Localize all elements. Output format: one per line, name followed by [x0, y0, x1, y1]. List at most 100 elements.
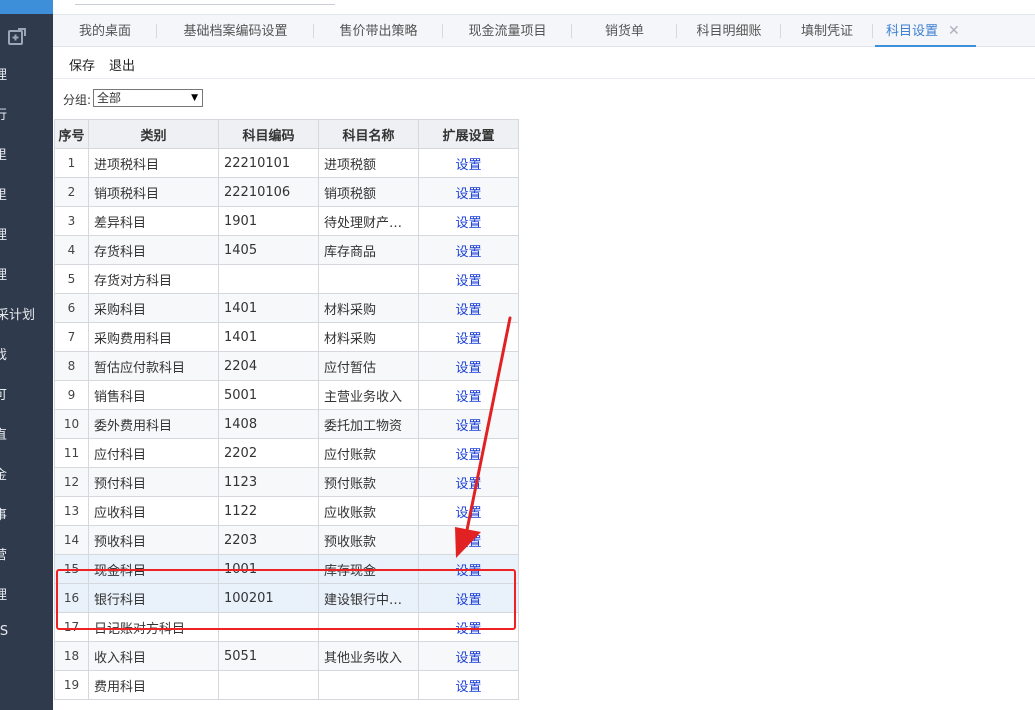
- save-button[interactable]: 保存: [69, 55, 95, 74]
- subject-settings-table: 序号 类别 科目编码 科目名称 扩展设置 1 进项税科目 22210101 进项税额设…: [54, 119, 519, 700]
- row-settings-link[interactable]: 设置: [418, 496, 519, 526]
- row-settings-link[interactable]: 设置: [418, 670, 519, 700]
- row-settings-link[interactable]: 设置: [418, 641, 519, 671]
- row-subject-code: 1122: [218, 496, 319, 526]
- table-row[interactable]: 6 采购科目 1401 材料采购 设置: [54, 293, 519, 323]
- row-category: 日记账对方科目: [88, 612, 219, 642]
- row-index: 5: [54, 264, 89, 294]
- row-settings-link[interactable]: 设置: [418, 264, 519, 294]
- row-settings-link[interactable]: 设置: [418, 206, 519, 236]
- sidebar-item[interactable]: 理: [0, 264, 47, 283]
- table-row[interactable]: 17 日记账对方科目 设置: [54, 612, 519, 642]
- row-subject-name: 应收账款: [318, 496, 419, 526]
- row-subject-name: 其他业务收入: [318, 641, 419, 671]
- row-subject-code: 1401: [218, 322, 319, 352]
- sidebar-item[interactable]: 直: [0, 424, 47, 443]
- table-row[interactable]: 2 销项税科目 22210106 销项税额 设置: [54, 177, 519, 207]
- table-row[interactable]: 14 预收科目 2203 预收账款 设置: [54, 525, 519, 555]
- table-row[interactable]: 9 销售科目 5001 主营业务收入 设置: [54, 380, 519, 410]
- row-subject-name: 应付账款: [318, 438, 419, 468]
- tab-basic-archive-code[interactable]: 基础档案编码设置: [157, 15, 314, 46]
- row-category: 存货科目: [88, 235, 219, 265]
- table-row[interactable]: 5 存货对方科目 设置: [54, 264, 519, 294]
- row-settings-link[interactable]: 设置: [418, 583, 519, 613]
- sidebar-item[interactable]: 事: [0, 504, 47, 523]
- tab-subject-settings[interactable]: 科目设置 ✕: [875, 15, 976, 47]
- row-category: 收入科目: [88, 641, 219, 671]
- table-row[interactable]: 3 差异科目 1901 待处理财产… 设置: [54, 206, 519, 236]
- add-window-icon[interactable]: [8, 28, 26, 46]
- row-index: 4: [54, 235, 89, 265]
- row-settings-link[interactable]: 设置: [418, 177, 519, 207]
- tab-subject-ledger[interactable]: 科目明细账: [677, 15, 781, 46]
- table-row[interactable]: 8 暂估应付款科目 2204 应付暂估 设置: [54, 351, 519, 381]
- row-category: 委外费用科目: [88, 409, 219, 439]
- row-settings-link[interactable]: 设置: [418, 322, 519, 352]
- row-index: 14: [54, 525, 89, 555]
- row-index: 16: [54, 583, 89, 613]
- row-subject-code: 1123: [218, 467, 319, 497]
- table-row[interactable]: 19 费用科目 设置: [54, 670, 519, 700]
- row-settings-link[interactable]: 设置: [418, 409, 519, 439]
- sidebar-item[interactable]: 采计划: [0, 304, 49, 323]
- row-settings-link[interactable]: 设置: [418, 351, 519, 381]
- table-row[interactable]: 13 应收科目 1122 应收账款 设置: [54, 496, 519, 526]
- row-settings-link[interactable]: 设置: [418, 554, 519, 584]
- table-row[interactable]: 12 预付科目 1123 预付账款 设置: [54, 467, 519, 497]
- sidebar-item[interactable]: 理: [0, 64, 47, 83]
- row-subject-name: 预收账款: [318, 525, 419, 555]
- sidebar-item[interactable]: 营: [0, 544, 47, 563]
- tab-bar: 我的桌面 基础档案编码设置 售价带出策略 现金流量项目 销货单 科目明细账 填制…: [53, 15, 1035, 47]
- tab-price-strategy[interactable]: 售价带出策略: [314, 15, 443, 46]
- col-header-category: 类别: [88, 119, 219, 149]
- sidebar-item[interactable]: 行: [0, 104, 47, 123]
- row-settings-link[interactable]: 设置: [418, 438, 519, 468]
- row-settings-link[interactable]: 设置: [418, 525, 519, 555]
- close-icon[interactable]: ✕: [948, 23, 960, 39]
- row-settings-link[interactable]: 设置: [418, 148, 519, 178]
- table-row[interactable]: 11 应付科目 2202 应付账款 设置: [54, 438, 519, 468]
- tab-cash-flow-items[interactable]: 现金流量项目: [443, 15, 572, 46]
- group-select[interactable]: 全部 ▼: [93, 89, 203, 107]
- exit-button[interactable]: 退出: [109, 55, 135, 74]
- table-row[interactable]: 4 存货科目 1405 库存商品 设置: [54, 235, 519, 265]
- row-index: 17: [54, 612, 89, 642]
- dropdown-arrow-icon: ▼: [191, 93, 198, 103]
- row-subject-code: 1405: [218, 235, 319, 265]
- row-index: 3: [54, 206, 89, 236]
- row-subject-code: [218, 264, 319, 294]
- row-subject-code: 1901: [218, 206, 319, 236]
- row-subject-name: 库存现金: [318, 554, 419, 584]
- tab-sales-order[interactable]: 销货单: [572, 15, 677, 46]
- row-settings-link[interactable]: 设置: [418, 293, 519, 323]
- table-row[interactable]: 16 银行科目 100201 建设银行中… 设置: [54, 583, 519, 613]
- row-category: 差异科目: [88, 206, 219, 236]
- tab-my-desktop[interactable]: 我的桌面: [53, 15, 157, 46]
- row-index: 13: [54, 496, 89, 526]
- row-settings-link[interactable]: 设置: [418, 380, 519, 410]
- table-row[interactable]: 7 采购费用科目 1401 材料采购 设置: [54, 322, 519, 352]
- row-subject-code: 5051: [218, 641, 319, 671]
- row-index: 19: [54, 670, 89, 700]
- sidebar-item[interactable]: IS: [0, 624, 49, 639]
- sidebar-item[interactable]: 里: [0, 144, 47, 163]
- sidebar-item[interactable]: 戏: [0, 344, 47, 363]
- row-category: 销项税科目: [88, 177, 219, 207]
- row-settings-link[interactable]: 设置: [418, 235, 519, 265]
- sidebar-item[interactable]: 可: [0, 384, 47, 403]
- row-category: 暂估应付款科目: [88, 351, 219, 381]
- row-settings-link[interactable]: 设置: [418, 467, 519, 497]
- table-row[interactable]: 15 现金科目 1001 库存现金 设置: [54, 554, 519, 584]
- table-row[interactable]: 1 进项税科目 22210101 进项税额 设置: [54, 148, 519, 178]
- row-settings-link[interactable]: 设置: [418, 612, 519, 642]
- sidebar-item[interactable]: 理: [0, 224, 47, 243]
- row-index: 9: [54, 380, 89, 410]
- sidebar-item[interactable]: 金: [0, 464, 47, 483]
- sidebar-item[interactable]: 里: [0, 184, 47, 203]
- row-index: 6: [54, 293, 89, 323]
- tab-fill-voucher[interactable]: 填制凭证: [781, 15, 873, 46]
- group-select-value: 全部: [97, 91, 122, 105]
- sidebar-item[interactable]: 理: [0, 584, 47, 603]
- table-row[interactable]: 10 委外费用科目 1408 委托加工物资 设置: [54, 409, 519, 439]
- table-row[interactable]: 18 收入科目 5051 其他业务收入 设置: [54, 641, 519, 671]
